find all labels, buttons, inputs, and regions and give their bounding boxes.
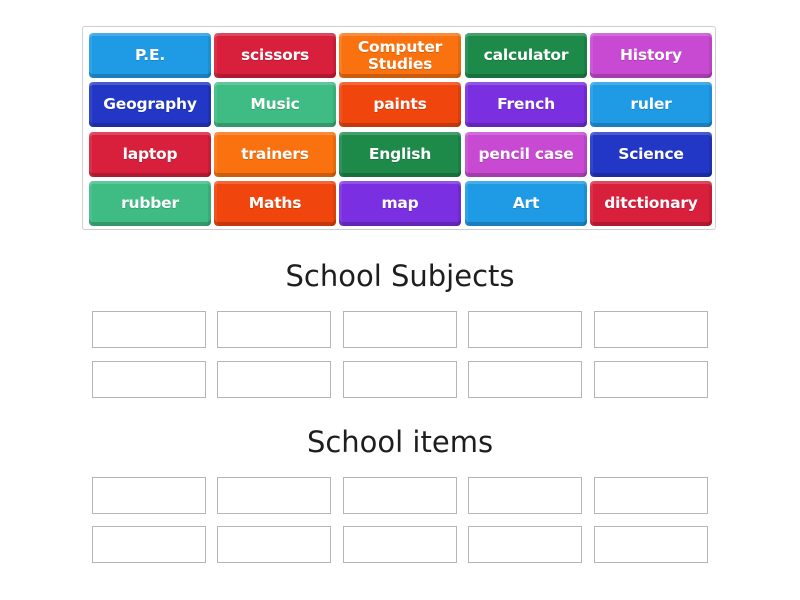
drop-slot[interactable] — [594, 311, 708, 348]
tile-ditctionary[interactable]: ditctionary — [590, 181, 712, 226]
tile-label: ditctionary — [604, 194, 698, 212]
tile-label: Maths — [248, 194, 302, 212]
drop-slot[interactable] — [468, 361, 582, 398]
drop-slot[interactable] — [343, 477, 457, 514]
drop-slot[interactable] — [217, 311, 331, 348]
tile-label: scissors — [240, 46, 310, 64]
tile-label: calculator — [483, 46, 569, 64]
tile-map[interactable]: map — [339, 181, 461, 226]
drop-slot[interactable] — [468, 311, 582, 348]
tile-pencil-case[interactable]: pencil case — [465, 132, 587, 177]
drop-slot[interactable] — [343, 311, 457, 348]
tile-label: Art — [512, 194, 540, 212]
drop-slot[interactable] — [92, 526, 206, 563]
tile-label: P.E. — [134, 46, 166, 64]
tile-label: Science — [618, 145, 684, 163]
drop-slot[interactable] — [92, 477, 206, 514]
drop-slot[interactable] — [217, 361, 331, 398]
tile-label: Music — [250, 95, 300, 113]
tile-label: ruler — [630, 95, 672, 113]
tile-science[interactable]: Science — [590, 132, 712, 177]
drop-slot[interactable] — [594, 477, 708, 514]
tile-english[interactable]: English — [339, 132, 461, 177]
tile-laptop[interactable]: laptop — [89, 132, 211, 177]
tiles-panel: P.E. scissors Computer Studies calculator Hi… — [82, 26, 716, 230]
tile-french[interactable]: French — [465, 82, 587, 127]
tile-label: Geography — [103, 95, 197, 113]
tile-maths[interactable]: Maths — [214, 181, 336, 226]
tile-p-e-[interactable]: P.E. — [89, 33, 211, 78]
tile-label: French — [497, 95, 555, 113]
drop-slot[interactable] — [343, 361, 457, 398]
tile-trainers[interactable]: trainers — [214, 132, 336, 177]
drop-slot[interactable] — [92, 361, 206, 398]
tile-scissors[interactable]: scissors — [214, 33, 336, 78]
tile-rubber[interactable]: rubber — [89, 181, 211, 226]
drop-slot[interactable] — [343, 526, 457, 563]
tile-paints[interactable]: paints — [339, 82, 461, 127]
tile-label: paints — [373, 95, 427, 113]
drop-slot[interactable] — [594, 526, 708, 563]
tile-label: English — [368, 145, 432, 163]
drop-slot[interactable] — [92, 311, 206, 348]
tile-music[interactable]: Music — [214, 82, 336, 127]
tile-history[interactable]: History — [590, 33, 712, 78]
group-title-school-subjects: School Subjects — [285, 259, 515, 293]
tile-calculator[interactable]: calculator — [465, 33, 587, 78]
tile-label: laptop — [122, 145, 178, 163]
tile-label: pencil case — [478, 145, 574, 163]
tile-label: map — [381, 194, 419, 212]
tile-art[interactable]: Art — [465, 181, 587, 226]
drop-slot[interactable] — [217, 477, 331, 514]
tile-label: Computer Studies — [357, 37, 443, 73]
drop-slot[interactable] — [468, 477, 582, 514]
tile-label: trainers — [241, 145, 309, 163]
drop-slot[interactable] — [594, 361, 708, 398]
group-title-school-items: School items — [306, 425, 494, 459]
tile-geography[interactable]: Geography — [89, 82, 211, 127]
tile-label: History — [620, 46, 682, 64]
drop-slot[interactable] — [468, 526, 582, 563]
tile-computer-studies[interactable]: Computer Studies — [339, 33, 461, 78]
tile-label: rubber — [121, 194, 179, 212]
drop-slot[interactable] — [217, 526, 331, 563]
tile-ruler[interactable]: ruler — [590, 82, 712, 127]
